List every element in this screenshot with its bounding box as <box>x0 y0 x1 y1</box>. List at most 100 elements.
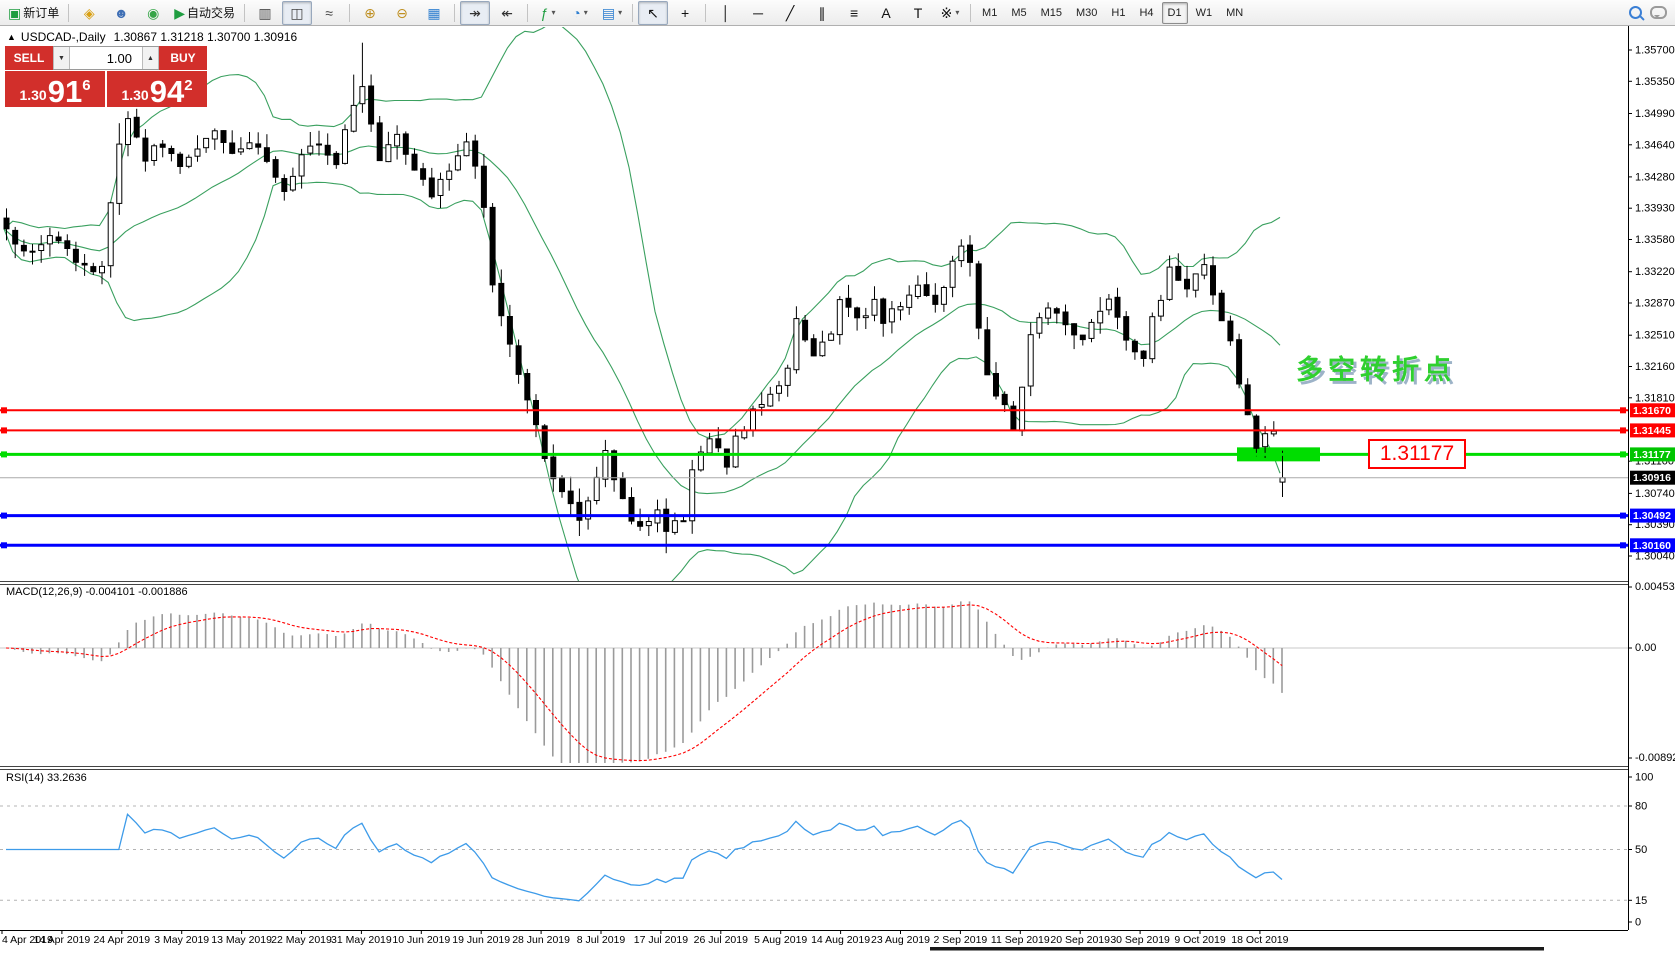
price-callout-box[interactable]: 1.31177 <box>1368 439 1466 469</box>
sell-price-button[interactable]: 1.30 91 6 <box>5 71 105 107</box>
timeframe-w1-button[interactable]: W1 <box>1190 2 1219 24</box>
fibonacci-tool-icon: ≡ <box>850 6 858 20</box>
horizontal-level-line[interactable] <box>0 407 1628 413</box>
svg-text:1.31445: 1.31445 <box>1633 425 1671 437</box>
bollinger-middle-band <box>4 146 1280 494</box>
toolbar-separator <box>349 4 350 22</box>
tile-windows-button[interactable]: ▦ <box>419 1 449 25</box>
date-axis-label: 17 Jul 2019 <box>634 934 688 946</box>
date-axis-label: 8 Jul 2019 <box>577 934 626 946</box>
signals-button[interactable]: ◉ <box>138 1 168 25</box>
date-axis-label: 19 Jun 2019 <box>452 934 510 946</box>
text-tool-button[interactable]: A <box>871 1 901 25</box>
timeframe-h1-button[interactable]: H1 <box>1105 2 1131 24</box>
channel-tool-button[interactable]: ∥ <box>807 1 837 25</box>
new-order-button[interactable]: ▣新订单 <box>4 1 63 25</box>
bar-chart-type-button[interactable]: ▥ <box>250 1 280 25</box>
date-axis-label: 26 Jul 2019 <box>694 934 748 946</box>
sell-button[interactable]: SELL <box>5 46 53 70</box>
dropdown-caret-icon[interactable]: ▾ <box>584 9 588 17</box>
label-tool-button[interactable]: T <box>903 1 933 25</box>
search-icon[interactable] <box>1629 6 1642 19</box>
volume-stepper: ▼ 1.00 ▲ <box>53 46 159 70</box>
date-axis-label: 3 May 2019 <box>154 934 209 946</box>
date-axis-label: 9 Oct 2019 <box>1174 934 1226 946</box>
price-axis-tick: 1.34280 <box>1635 171 1675 183</box>
buy-price-button[interactable]: 1.30 94 2 <box>107 71 207 107</box>
toolbar-separator <box>454 4 455 22</box>
cursor-tool-button[interactable]: ↖ <box>638 1 668 25</box>
price-axis-tick: 1.33580 <box>1635 234 1675 246</box>
trader-profile-button[interactable]: ☻ <box>106 1 136 25</box>
current-price-tag: 1.30916 <box>1630 471 1675 485</box>
timeframe-m30-button[interactable]: M30 <box>1070 2 1103 24</box>
date-axis-label: 22 May 2019 <box>271 934 332 946</box>
zoom-in-button[interactable]: ⊕ <box>355 1 385 25</box>
vertical-line-tool-button[interactable]: │ <box>711 1 741 25</box>
svg-text:1.31177: 1.31177 <box>1633 449 1671 461</box>
level-price-tag: 1.30160 <box>1630 538 1675 552</box>
volume-increase-button[interactable]: ▲ <box>142 47 159 69</box>
eraser-tool-icon: ◈ <box>84 6 95 20</box>
toolbar-separator <box>68 4 69 22</box>
svg-text:1.30916: 1.30916 <box>1633 472 1671 484</box>
indicators-button[interactable]: ƒ▾ <box>533 1 563 25</box>
zoom-in-icon: ⊕ <box>364 6 376 20</box>
price-axis-tick: 1.32510 <box>1635 330 1675 342</box>
auto-trading-button[interactable]: ▶自动交易 <box>170 1 239 25</box>
trendline-tool-button[interactable]: ╱ <box>775 1 805 25</box>
horizontal-level-line[interactable] <box>0 513 1628 519</box>
zoom-out-button[interactable]: ⊖ <box>387 1 417 25</box>
cursor-tool-icon: ↖ <box>647 6 659 20</box>
macd-axis-tick: -0.008928 <box>1635 752 1675 764</box>
rsi-axis-tick: 50 <box>1635 844 1647 856</box>
volume-input[interactable]: 1.00 <box>70 47 142 69</box>
arrows-tool-icon: ※ <box>941 6 953 20</box>
timeframe-m5-button[interactable]: M5 <box>1005 2 1032 24</box>
dropdown-caret-icon[interactable]: ▾ <box>618 9 622 17</box>
candlestick-type-button[interactable]: ◫ <box>282 1 312 25</box>
buy-button[interactable]: BUY <box>159 46 207 70</box>
horizontal-line-tool-icon: ─ <box>753 6 763 20</box>
trader-profile-icon: ☻ <box>114 6 129 20</box>
chart-shift-button[interactable]: ↞ <box>492 1 522 25</box>
rsi-value: 33.2636 <box>47 772 87 784</box>
collapse-trade-panel-icon[interactable]: ▲ <box>7 32 16 42</box>
date-axis-label: 2 Sep 2019 <box>934 934 988 946</box>
horizontal-scrollbar[interactable] <box>930 947 1544 951</box>
toolbar-separator <box>527 4 528 22</box>
macd-axis-tick: 0.00 <box>1635 642 1656 654</box>
volume-decrease-button[interactable]: ▼ <box>53 47 70 69</box>
svg-text:1.31670: 1.31670 <box>1633 405 1671 417</box>
crosshair-tool-button[interactable]: + <box>670 1 700 25</box>
fibonacci-tool-button[interactable]: ≡ <box>839 1 869 25</box>
timeframe-m15-button[interactable]: M15 <box>1035 2 1068 24</box>
timeframe-h4-button[interactable]: H4 <box>1133 2 1159 24</box>
dropdown-caret-icon[interactable]: ▾ <box>955 9 959 17</box>
chat-icon[interactable] <box>1650 6 1667 19</box>
macd-axis-tick: 0.004533 <box>1635 581 1675 593</box>
line-chart-type-button[interactable]: ≈ <box>314 1 344 25</box>
chart-canvas[interactable]: 1.357001.353501.349901.346401.342801.339… <box>0 0 1675 953</box>
macd-panel-label: MACD(12,26,9) -0.004101 -0.001886 <box>6 586 188 598</box>
periods-button[interactable]: ◔▾ <box>565 1 595 25</box>
horizontal-level-line[interactable] <box>0 542 1628 548</box>
timeframe-m1-button[interactable]: M1 <box>976 2 1003 24</box>
auto-scroll-button[interactable]: ↠ <box>460 1 490 25</box>
date-axis-label: 18 Oct 2019 <box>1231 934 1288 946</box>
toolbar-separator <box>970 4 971 22</box>
timeframe-mn-button[interactable]: MN <box>1220 2 1249 24</box>
date-axis-label: 5 Aug 2019 <box>754 934 807 946</box>
chart-title: ▲USDCAD-,Daily1.30867 1.31218 1.30700 1.… <box>7 30 297 44</box>
eraser-tool-button[interactable]: ◈ <box>74 1 104 25</box>
date-axis-label: 30 Sep 2019 <box>1110 934 1170 946</box>
new-order-icon: ▣ <box>8 6 21 20</box>
svg-text:1.30160: 1.30160 <box>1633 540 1671 552</box>
arrows-tool-button[interactable]: ※▾ <box>935 1 965 25</box>
turning-point-annotation[interactable]: 多空转折点 <box>1296 348 1456 387</box>
horizontal-line-tool-button[interactable]: ─ <box>743 1 773 25</box>
timeframe-d1-button[interactable]: D1 <box>1162 2 1188 24</box>
price-axis-tick: 1.31810 <box>1635 392 1675 404</box>
templates-button[interactable]: ▤▾ <box>597 1 627 25</box>
dropdown-caret-icon[interactable]: ▾ <box>551 9 555 17</box>
